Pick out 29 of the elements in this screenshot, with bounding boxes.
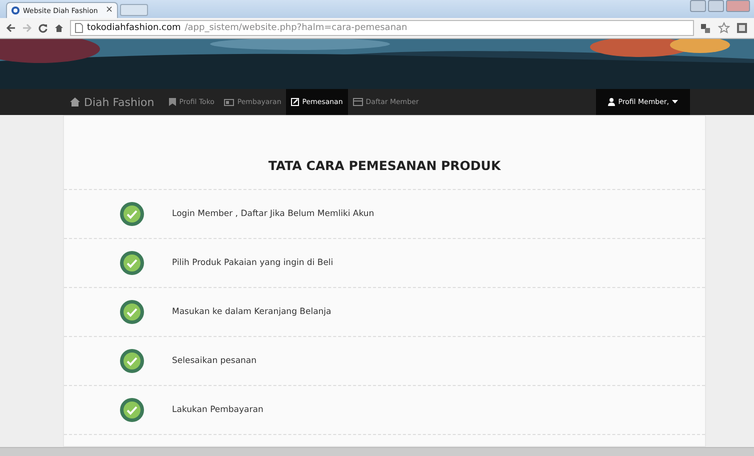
maximize-button[interactable] [708,0,724,12]
user-icon [608,98,616,106]
reload-icon[interactable] [38,23,48,33]
edit-icon [291,98,300,106]
address-field[interactable]: tokodiahfashion.com /app_sistem/website.php?halm=cara-pemesanan [70,20,694,36]
page-title: TATA CARA PEMESANAN PRODUK [64,116,705,190]
step-text: Selesaikan pesanan [172,356,257,366]
tab-close-button[interactable]: × [105,6,113,15]
step-text: Login Member , Daftar Jika Belum Memliki Akun [172,209,374,219]
forward-icon[interactable] [22,23,32,33]
step-text: Masukan ke dalam Keranjang Belanja [172,307,332,317]
brand-link[interactable]: Diah Fashion [70,89,154,115]
new-tab-button[interactable] [120,4,148,16]
scrollbar[interactable] [0,447,754,456]
caret-icon [672,100,678,104]
step-text: Lakukan Pembayaran [172,405,264,415]
step-text: Pilih Produk Pakaian yang ingin di Beli [172,258,334,268]
extension-icon[interactable] [700,22,712,34]
home-icon [70,97,80,107]
page-icon [75,23,83,33]
home-icon[interactable] [54,23,64,33]
minimize-button[interactable] [690,0,706,12]
list-icon [352,98,363,106]
card-icon [224,98,234,106]
bookmark-icon [169,98,176,106]
back-icon[interactable] [6,23,16,33]
globe-icon [11,6,20,15]
star-icon[interactable] [718,22,730,34]
menu-icon[interactable] [736,22,748,34]
